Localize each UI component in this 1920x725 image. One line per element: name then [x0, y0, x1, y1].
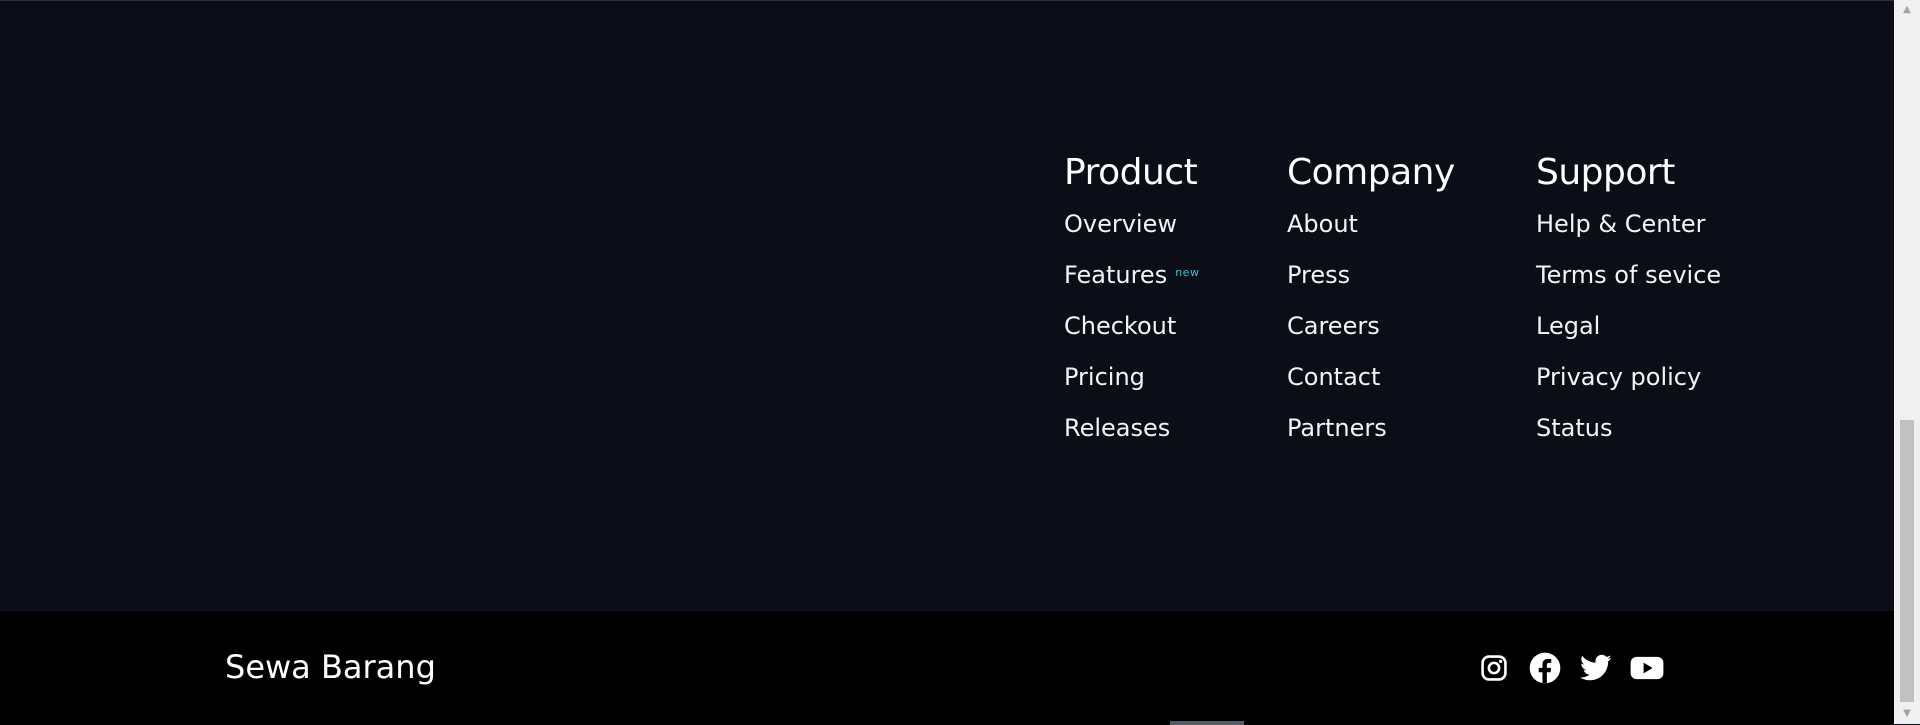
link-about[interactable]: About	[1287, 209, 1455, 239]
link-features[interactable]: Features new	[1064, 260, 1199, 290]
footer-links-section: Product Overview Features new Checkout Pr…	[0, 1, 1894, 611]
footer-column-product: Product Overview Features new Checkout Pr…	[1064, 151, 1199, 464]
link-legal[interactable]: Legal	[1536, 311, 1721, 341]
column-title-company: Company	[1287, 152, 1455, 193]
scrollbar-thumb[interactable]	[1900, 420, 1914, 702]
column-title-product: Product	[1064, 152, 1198, 193]
social-links	[1477, 651, 1664, 685]
footer-column-company: Company About Press Careers Contact Part…	[1287, 151, 1455, 464]
link-releases[interactable]: Releases	[1064, 413, 1199, 443]
link-checkout[interactable]: Checkout	[1064, 311, 1199, 341]
link-overview[interactable]: Overview	[1064, 209, 1199, 239]
link-status[interactable]: Status	[1536, 413, 1721, 443]
link-careers[interactable]: Careers	[1287, 311, 1455, 341]
scroll-down-arrow-icon[interactable]: ▼	[1894, 704, 1920, 724]
link-privacy-policy[interactable]: Privacy policy	[1536, 362, 1721, 392]
link-help-center[interactable]: Help & Center	[1536, 209, 1721, 239]
column-title-support: Support	[1536, 152, 1675, 193]
vertical-scrollbar[interactable]: ▲ ▼	[1894, 0, 1920, 724]
footer-bottom-bar: Sewa Barang	[0, 611, 1894, 725]
link-contact[interactable]: Contact	[1287, 362, 1455, 392]
page: Product Overview Features new Checkout Pr…	[0, 0, 1894, 725]
footer-column-support: Support Help & Center Terms of sevice Le…	[1536, 151, 1721, 464]
twitter-icon[interactable]	[1579, 651, 1613, 685]
brand-name[interactable]: Sewa Barang	[225, 647, 436, 687]
link-pricing[interactable]: Pricing	[1064, 362, 1199, 392]
link-press[interactable]: Press	[1287, 260, 1455, 290]
scroll-up-arrow-icon[interactable]: ▲	[1894, 0, 1920, 20]
instagram-icon[interactable]	[1477, 651, 1511, 685]
youtube-icon[interactable]	[1630, 651, 1664, 685]
link-partners[interactable]: Partners	[1287, 413, 1455, 443]
link-features-label: Features	[1064, 261, 1168, 289]
bottom-indicator	[1170, 721, 1244, 725]
facebook-icon[interactable]	[1528, 651, 1562, 685]
new-badge: new	[1175, 266, 1200, 279]
link-terms-of-service[interactable]: Terms of sevice	[1536, 260, 1721, 290]
